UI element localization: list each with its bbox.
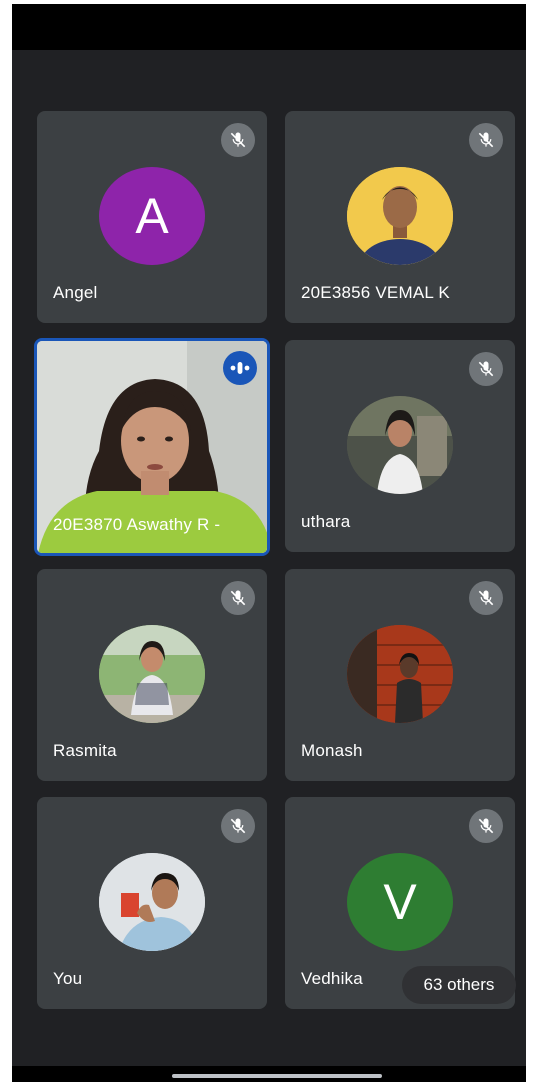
avatar xyxy=(347,167,453,265)
avatar xyxy=(99,853,205,951)
mic-off-icon xyxy=(221,809,255,843)
avatar-letter: V xyxy=(383,874,417,930)
participant-tile-you[interactable]: You xyxy=(37,797,267,1009)
home-indicator[interactable] xyxy=(172,1074,382,1078)
audio-level-icon xyxy=(223,351,257,385)
mic-off-icon xyxy=(469,809,503,843)
mic-off-icon xyxy=(469,581,503,615)
avatar xyxy=(347,625,453,723)
avatar-letter: A xyxy=(135,188,169,244)
participant-name: Vedhika xyxy=(301,969,363,988)
avatar xyxy=(99,625,205,723)
avatar: A xyxy=(99,167,205,265)
others-count-button[interactable]: 63 others xyxy=(402,966,516,1004)
mic-off-icon xyxy=(221,581,255,615)
navigation-bar xyxy=(12,1066,526,1082)
avatar xyxy=(347,396,453,494)
participant-tile-vemal[interactable]: 20E3856 VEMAL K xyxy=(285,111,515,323)
participant-name: 20E3856 VEMAL K xyxy=(301,283,450,302)
status-bar xyxy=(12,4,526,50)
participant-name: Rasmita xyxy=(53,741,117,760)
participant-name: uthara xyxy=(301,512,351,531)
mic-off-icon xyxy=(221,123,255,157)
mic-off-icon xyxy=(469,352,503,386)
mic-off-icon xyxy=(469,123,503,157)
participant-tile-angel[interactable]: A Angel xyxy=(37,111,267,323)
participant-tile-aswathy[interactable]: 20E3870 Aswathy R - xyxy=(34,338,270,556)
participant-tile-rasmita[interactable]: Rasmita xyxy=(37,569,267,781)
avatar: V xyxy=(347,853,453,951)
participant-tile-uthara[interactable]: uthara xyxy=(285,340,515,552)
participant-name: Monash xyxy=(301,741,363,760)
meeting-screen: A Angel 20E3856 VEMAL K 20E3870 Aswathy … xyxy=(12,4,526,1082)
participant-tile-monash[interactable]: Monash xyxy=(285,569,515,781)
participant-name: Angel xyxy=(53,283,98,302)
participant-name: You xyxy=(53,969,83,988)
participant-name: 20E3870 Aswathy R - xyxy=(53,515,221,534)
